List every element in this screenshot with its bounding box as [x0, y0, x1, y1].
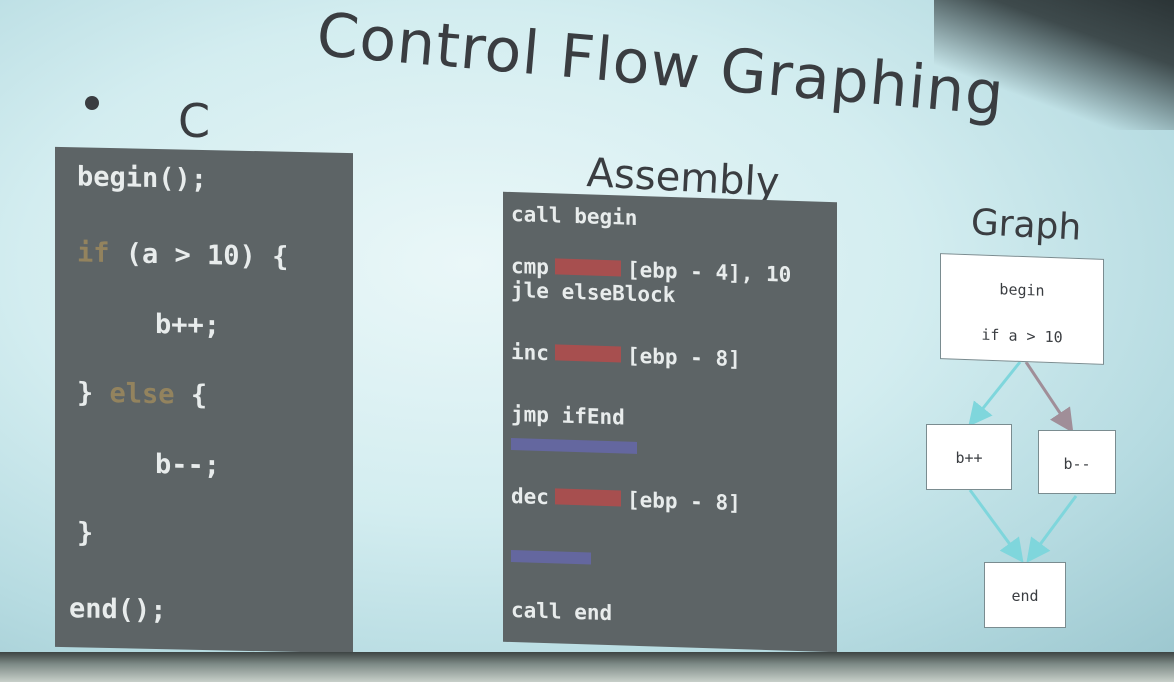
- asm-line-call-end: call end: [511, 598, 613, 626]
- graph-node-condition-label: if a > 10: [981, 325, 1063, 347]
- blurred-label-else-block: [511, 438, 637, 454]
- graph-heading: Graph: [969, 202, 1083, 249]
- graph-node-true: b++: [926, 424, 1012, 490]
- graph-node-end: end: [984, 562, 1066, 628]
- blurred-label-if-end: [511, 550, 591, 565]
- graph-node-begin-label: begin: [999, 280, 1045, 300]
- projector-toolbar-icons: [1036, 30, 1166, 70]
- c-code-panel: begin(); if (a > 10) { b++; } else { b--…: [55, 146, 353, 654]
- edge-false-to-end: [1026, 495, 1078, 563]
- asm-op-dec: dec: [511, 484, 549, 510]
- graph-node-end-label: end: [1011, 587, 1039, 605]
- asm-line-dec: dec [ebp - 8]: [511, 484, 741, 515]
- edge-true: [968, 361, 1022, 427]
- c-if-condition: (a > 10) {: [109, 238, 289, 273]
- assembly-code-panel: call begin cmp [ebp - 4], 10 jle elseBloc…: [503, 191, 837, 653]
- edge-true-to-end: [968, 489, 1024, 563]
- graph-node-true-label: b++: [955, 449, 983, 467]
- room-floor: [0, 652, 1174, 682]
- asm-line-jmp: jmp ifEnd: [511, 402, 625, 430]
- asm-op-cmp: cmp: [511, 254, 549, 280]
- c-line-close-brace: }: [77, 517, 94, 549]
- c-keyword-else: else: [109, 378, 175, 411]
- control-flow-graph: begin if a > 10 b++ b-- end: [920, 250, 1130, 640]
- graph-node-false-label: b--: [1063, 455, 1091, 473]
- c-line-if: if (a > 10) {: [77, 237, 288, 272]
- c-heading: C: [178, 94, 211, 148]
- c-else-brace: }: [77, 377, 94, 409]
- asm-inc-operand: [ebp - 8]: [626, 343, 741, 372]
- c-else-open: {: [174, 379, 208, 412]
- asm-line-call-begin: call begin: [511, 202, 638, 230]
- c-line-end: end();: [69, 593, 167, 627]
- redacted-size-block: [554, 258, 621, 277]
- c-line-else: } else {: [77, 377, 207, 411]
- edge-false: [1024, 361, 1074, 433]
- c-line-increment: b++;: [155, 308, 221, 342]
- c-line-decrement: b--;: [155, 448, 221, 482]
- redacted-size-block: [554, 344, 621, 363]
- redacted-size-block: [554, 488, 621, 507]
- graph-node-false: b--: [1038, 430, 1116, 494]
- c-keyword-if: if: [77, 237, 110, 270]
- bullet-icon: [85, 96, 99, 110]
- asm-dec-operand: [ebp - 8]: [626, 487, 741, 516]
- presentation-slide: Control Flow Graphing C Assembly Graph b…: [0, 0, 1174, 660]
- slide-title: Control Flow Graphing: [313, 0, 1008, 130]
- asm-line-jle: jle elseBlock: [511, 278, 676, 308]
- asm-op-inc: inc: [511, 340, 549, 366]
- c-line-begin: begin();: [77, 161, 208, 196]
- graph-node-begin: begin if a > 10: [940, 253, 1104, 365]
- asm-line-inc: inc [ebp - 8]: [511, 340, 741, 371]
